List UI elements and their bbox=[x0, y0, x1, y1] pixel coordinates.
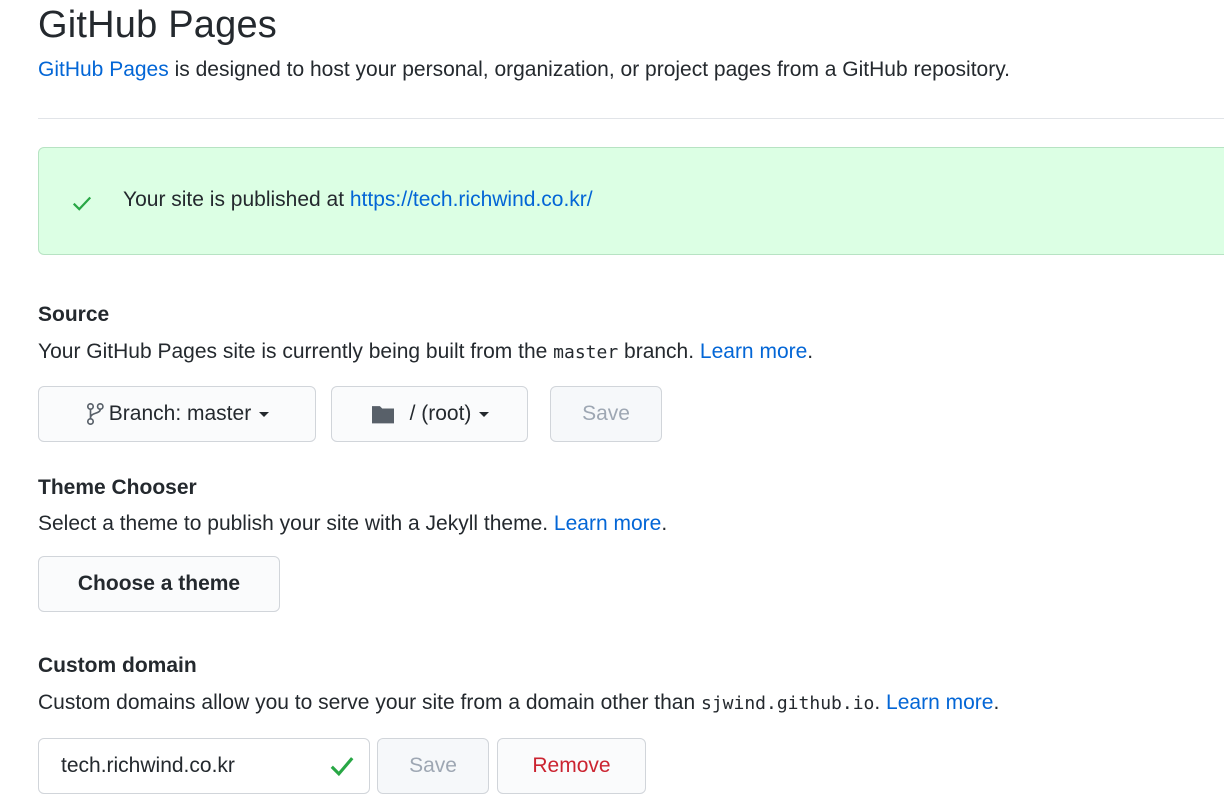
published-url-link[interactable]: https://tech.richwind.co.kr/ bbox=[350, 188, 593, 211]
git-branch-icon bbox=[86, 402, 104, 426]
source-heading: Source bbox=[38, 303, 110, 326]
page-title: GitHub Pages bbox=[38, 4, 277, 46]
source-description: Your GitHub Pages site is currently bein… bbox=[38, 340, 813, 364]
chevron-down-icon bbox=[259, 411, 270, 417]
theme-period: . bbox=[661, 512, 668, 535]
branch-code: master bbox=[553, 342, 619, 363]
custom-domain-value[interactable]: tech.richwind.co.kr bbox=[61, 754, 329, 778]
source-period: . bbox=[807, 340, 814, 363]
theme-desc-text: Select a theme to publish your site with… bbox=[38, 512, 554, 535]
published-label: Your site is published at bbox=[123, 188, 350, 211]
published-message: Your site is published at https://tech.r… bbox=[123, 188, 593, 212]
custom-domain-learn-more-link[interactable]: Learn more bbox=[886, 691, 993, 714]
choose-theme-button[interactable]: Choose a theme bbox=[38, 556, 280, 612]
section-divider bbox=[38, 118, 1224, 119]
github-pages-settings: GitHub Pages GitHub Pages is designed to… bbox=[0, 0, 1224, 796]
custom-domain-desc-after: . bbox=[874, 691, 887, 714]
check-icon bbox=[330, 757, 354, 777]
custom-domain-description: Custom domains allow you to serve your s… bbox=[38, 691, 999, 715]
domain-code: sjwind.github.io bbox=[700, 693, 875, 714]
folder-select-button[interactable]: / (root) bbox=[331, 386, 528, 442]
custom-domain-save-button[interactable]: Save bbox=[377, 738, 489, 794]
published-flash: Your site is published at https://tech.r… bbox=[38, 147, 1224, 255]
branch-select-button[interactable]: Branch: master bbox=[38, 386, 316, 442]
intro-description: is designed to host your personal, organ… bbox=[168, 58, 1010, 81]
github-pages-link[interactable]: GitHub Pages bbox=[38, 58, 169, 81]
theme-learn-more-link[interactable]: Learn more bbox=[554, 512, 661, 535]
custom-domain-input[interactable]: tech.richwind.co.kr bbox=[38, 738, 370, 794]
theme-description: Select a theme to publish your site with… bbox=[38, 512, 667, 536]
theme-heading: Theme Chooser bbox=[38, 476, 197, 499]
source-save-button[interactable]: Save bbox=[550, 386, 662, 442]
custom-domain-heading: Custom domain bbox=[38, 654, 197, 677]
source-desc-text: Your GitHub Pages site is currently bein… bbox=[38, 340, 554, 363]
custom-domain-period: . bbox=[993, 691, 1000, 714]
source-learn-more-link[interactable]: Learn more bbox=[700, 340, 807, 363]
branch-select-label: Branch: master bbox=[108, 402, 252, 425]
source-desc-after: branch. bbox=[618, 340, 700, 363]
custom-domain-desc-text: Custom domains allow you to serve your s… bbox=[38, 691, 701, 714]
check-icon bbox=[72, 196, 92, 211]
folder-select-label: / (root) bbox=[409, 402, 472, 425]
remove-domain-button[interactable]: Remove bbox=[497, 738, 646, 794]
chevron-down-icon bbox=[479, 411, 490, 417]
folder-icon bbox=[371, 406, 394, 424]
intro-text: GitHub Pages is designed to host your pe… bbox=[38, 58, 1010, 82]
